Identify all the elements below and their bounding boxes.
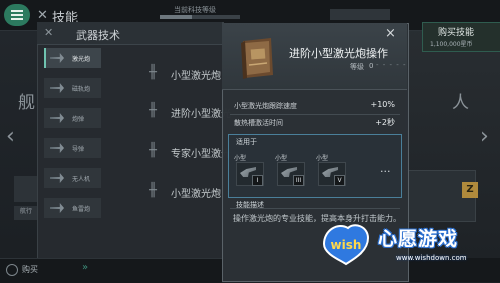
stat-row: 散热槽激活时间 +2秒 [234, 118, 395, 127]
tier-badge: III [293, 175, 304, 186]
close-icon[interactable]: × [385, 26, 396, 41]
menu-button[interactable] [4, 4, 30, 26]
more-button[interactable]: ··· [380, 165, 391, 178]
category-item[interactable]: 磁轨炮 [44, 78, 101, 98]
chevron-left-icon[interactable]: ‹ [6, 124, 24, 152]
description-text: 操作激光炮的专业技能，提高本身升打击能力。 [233, 214, 401, 223]
divider [230, 208, 400, 209]
category-item[interactable]: 炮弹 [44, 108, 101, 128]
background-card-label: 航行 [14, 206, 38, 220]
tech-level-bar [160, 15, 240, 19]
weapon-tech-icon: ✕ [44, 26, 54, 39]
tier-badge: I [252, 175, 263, 186]
skillbook-icon [241, 38, 273, 79]
weapon-icon [50, 53, 64, 63]
weapon-icon [50, 173, 64, 183]
applies-to-title: 适用于 [236, 138, 257, 146]
skill-row[interactable]: ╫ 小型激光炮 [103, 58, 223, 88]
skill-rank-icon: ╫ [149, 65, 157, 80]
skill-rank-icon: ╫ [149, 103, 157, 118]
buy-skill-label: 购买技能 [438, 28, 475, 38]
background-text-left: 舰 [18, 93, 35, 113]
skill-rank-icon: ╫ [149, 143, 157, 158]
purchase-label[interactable]: 购买 [22, 264, 38, 275]
applicable-weapon[interactable]: 小型 I [234, 153, 264, 189]
svg-text:wish: wish [331, 238, 362, 252]
tier-badge: V [334, 175, 345, 186]
weapon-icon [50, 83, 64, 93]
top-right-slot [330, 9, 390, 20]
skill-icon: ✕ [37, 8, 48, 23]
category-item[interactable]: 鱼雷炮 [44, 198, 101, 218]
background-text-right: 人 [452, 93, 469, 113]
weapon-icon [50, 203, 64, 213]
category-item[interactable]: 激光炮 [44, 48, 101, 68]
watermark-name: 心愿游戏 [378, 228, 459, 250]
watermark-logo: wish [322, 224, 370, 266]
skill-rank-icon: ╫ [149, 183, 157, 198]
skill-level-value: 0 [369, 62, 374, 70]
skill-level-pips: - - - - - [376, 61, 407, 69]
chevron-right-icon[interactable]: › [480, 124, 489, 149]
weapon-tech-title: 武器技术 [76, 29, 120, 42]
watermark-url: www.wishdown.com [396, 254, 467, 262]
stat-row: 小型激光炮跟踪速度 +10% [234, 100, 395, 110]
skill-title: 进阶小型激光炮操作 [289, 47, 388, 60]
hamburger-icon [11, 14, 23, 16]
weapon-icon [50, 113, 64, 123]
tech-level-label: 当前科技等级 [174, 6, 216, 14]
weapon-tech-header [37, 22, 222, 45]
double-chevron-icon: » [82, 262, 89, 273]
category-item[interactable]: 导弹 [44, 138, 101, 158]
skill-row[interactable]: ╫ 专家小型激光 [103, 136, 231, 166]
skill-row[interactable]: ╫ 小型激光炮 [103, 176, 223, 206]
applicable-weapon[interactable]: 小型 III [275, 153, 305, 189]
category-item[interactable]: 无人机 [44, 168, 101, 188]
skill-row[interactable]: ╫ 进阶小型激光 [103, 96, 231, 126]
coin-icon [6, 264, 18, 276]
background-card [14, 176, 38, 202]
z-badge-icon: Z [462, 182, 478, 198]
applicable-weapon[interactable]: 小型 V [316, 153, 346, 189]
weapon-icon [50, 143, 64, 153]
buy-skill-cost: 1,100,000星币 [430, 41, 473, 48]
skill-level-label: 等级 [350, 63, 364, 71]
